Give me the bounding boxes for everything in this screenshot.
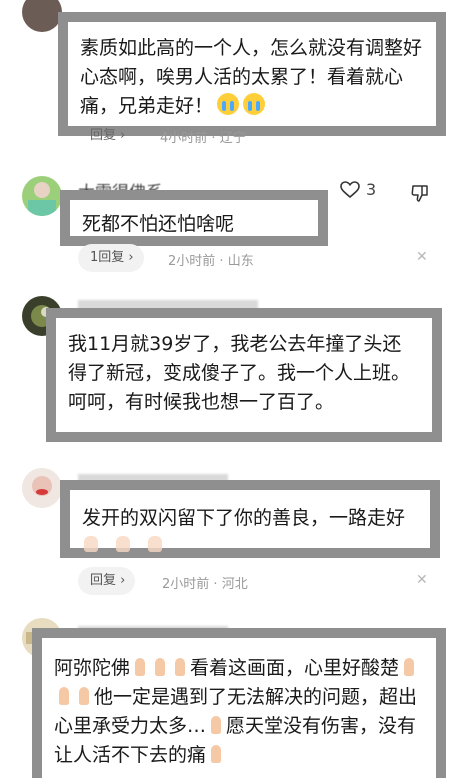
like-count: 3 (366, 180, 377, 199)
avatar[interactable] (22, 176, 62, 216)
crying-face-icon (217, 93, 240, 115)
comment-text-box: 阿弥陀佛 看着这画面，心里好酸楚他一定是遇到了无法解决的问题，超出心里承受力太多…… (32, 628, 446, 778)
folded-hands-icon (207, 715, 225, 735)
comment-text: 看着这画面，心里好酸楚 (190, 657, 400, 679)
folded-hands-icon (84, 536, 98, 552)
heart-icon (340, 180, 360, 198)
comment-text-box: 死都不怕还怕啥呢 (60, 190, 328, 246)
folded-hands-icon (151, 657, 169, 677)
close-icon[interactable]: ✕ (416, 572, 428, 588)
comment-text-box: 素质如此高的一个人，怎么就没有调整好心态啊，唉男人活的太累了！看着就心痛，兄弟走… (58, 12, 446, 136)
comment-text: 我11月就39岁了，我老公去年撞了头还得了新冠，变成傻子了。我一个人上班。呵呵，… (68, 333, 411, 413)
crying-face-icon (243, 93, 266, 115)
comment-meta: 2小时前 · 山东 (168, 254, 254, 269)
comment-text: 发开的双闪留下了你的善良，一路走好 (82, 507, 406, 529)
reply-button[interactable]: 1回复 › (78, 244, 144, 272)
folded-hands-icon (116, 536, 130, 552)
folded-hands-icon (131, 657, 149, 677)
reply-button[interactable]: 回复 › (78, 125, 135, 147)
comment-meta: 2小时前 · 河北 (162, 577, 248, 592)
reply-button[interactable]: 回复 › (78, 567, 136, 595)
comment-text-box: 我11月就39岁了，我老公去年撞了头还得了新冠，变成傻子了。我一个人上班。呵呵，… (46, 308, 442, 442)
comment-meta: 4小时前 · 辽宁 (160, 131, 246, 146)
folded-hands-icon (148, 536, 162, 552)
folded-hands-icon (171, 657, 189, 677)
like-button[interactable]: 3 (340, 180, 376, 199)
folded-hands-icon (207, 744, 225, 764)
close-icon[interactable]: ✕ (416, 249, 428, 265)
comment-text: 死都不怕还怕啥呢 (82, 213, 235, 235)
comment-text: 阿弥陀佛 (54, 657, 131, 679)
avatar[interactable] (22, 0, 62, 32)
dislike-icon[interactable] (410, 183, 430, 203)
folded-hands-icon (55, 686, 73, 706)
avatar[interactable] (22, 468, 62, 508)
folded-hands-icon (75, 686, 93, 706)
folded-hands-icon (400, 657, 418, 677)
